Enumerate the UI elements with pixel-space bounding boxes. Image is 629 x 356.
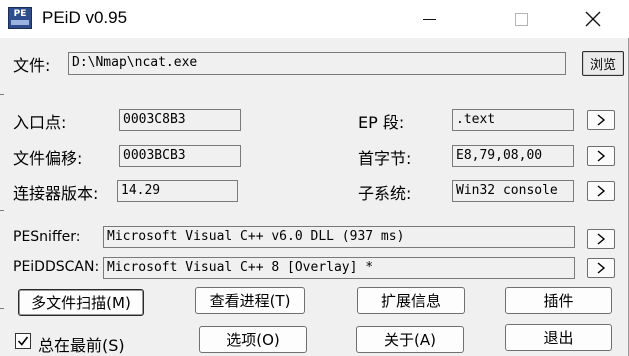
pesniffer-label: PESniffer: (13, 229, 81, 245)
chevron-right-icon (597, 185, 606, 197)
browse-button[interactable]: 浏览 (582, 51, 624, 76)
check-icon (17, 336, 29, 346)
pesniffer-result-field[interactable]: Microsoft Visual C++ v6.0 DLL (937 ms) (103, 226, 575, 248)
extensions-button[interactable]: 扩展信息 (357, 287, 465, 314)
title-bar[interactable]: PE PEiD v0.95 (0, 0, 629, 38)
peiddscan-result-field[interactable]: Microsoft Visual C++ 8 [Overlay] * (103, 257, 575, 279)
ep-section-label: EP 段: (358, 113, 405, 132)
subsystem-field[interactable]: Win32 console (452, 180, 574, 202)
close-icon (585, 11, 601, 27)
plugins-button[interactable]: 插件 (505, 287, 612, 314)
chevron-right-icon (597, 262, 606, 274)
peiddscan-details-button[interactable] (587, 258, 615, 278)
peid-window: PE PEiD v0.95 文件: D:\Nmap\ncat.exe 浏览 入口… (0, 0, 629, 356)
first-bytes-field[interactable]: E8,79,08,00 (452, 145, 574, 167)
always-on-top-label[interactable]: 总在最前(S) (38, 332, 125, 356)
close-button[interactable] (562, 0, 624, 38)
linker-version-label: 连接器版本: (13, 184, 99, 203)
chevron-right-icon (597, 233, 606, 245)
edge-mark (0, 210, 4, 211)
options-button[interactable]: 选项(O) (199, 326, 307, 353)
edge-mark (0, 94, 4, 95)
window-title: PEiD v0.95 (42, 8, 128, 27)
ep-section-details-button[interactable] (587, 110, 615, 130)
file-label: 文件: (13, 56, 51, 75)
linker-version-field[interactable]: 14.29 (117, 180, 238, 202)
file-offset-label: 文件偏移: (13, 149, 83, 168)
first-bytes-details-button[interactable] (587, 146, 615, 166)
subsystem-details-button[interactable] (587, 181, 615, 201)
chevron-right-icon (597, 150, 606, 162)
ep-section-field[interactable]: .text (452, 109, 574, 131)
chevron-right-icon (597, 114, 606, 126)
pesniffer-details-button[interactable] (587, 229, 615, 249)
first-bytes-label: 首字节: (358, 149, 412, 168)
always-on-top-checkbox[interactable] (15, 333, 31, 349)
multi-file-scan-button[interactable]: 多文件扫描(M) (18, 289, 144, 316)
app-icon: PE (8, 7, 32, 29)
file-path-field[interactable]: D:\Nmap\ncat.exe (68, 52, 566, 75)
minimize-button[interactable] (398, 0, 460, 38)
edge-mark (0, 308, 4, 309)
maximize-button[interactable] (490, 0, 552, 38)
view-process-button[interactable]: 查看进程(T) (195, 287, 305, 314)
minimize-icon (422, 18, 436, 20)
entry-point-label: 入口点: (13, 113, 67, 132)
about-button[interactable]: 关于(A) (356, 326, 464, 353)
maximize-icon (514, 12, 528, 26)
file-offset-field[interactable]: 0003BCB3 (119, 145, 241, 167)
subsystem-label: 子系统: (358, 184, 412, 203)
peiddscan-label: PEiDDSCAN: (13, 259, 100, 275)
exit-button[interactable]: 退出 (505, 324, 612, 351)
entry-point-field[interactable]: 0003C8B3 (119, 109, 241, 131)
